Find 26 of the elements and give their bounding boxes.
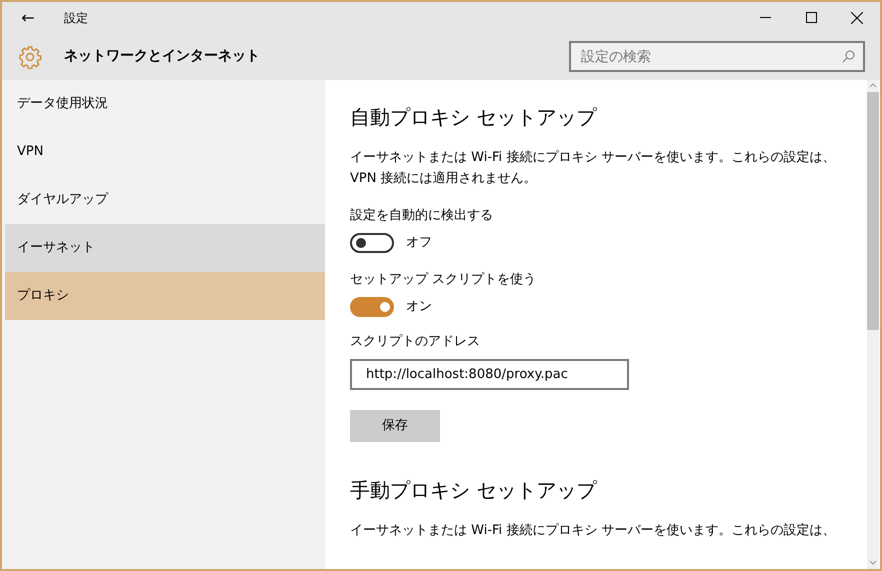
toggle-state-text: オン [406, 298, 432, 316]
sidebar-item[interactable]: イーサネット [5, 224, 325, 272]
minimize-icon [760, 16, 770, 18]
save-button[interactable]: 保存 [350, 410, 440, 442]
sidebar-item[interactable]: プロキシ [5, 272, 325, 320]
search-field[interactable]: 設定の検索 [569, 41, 865, 72]
gear-icon [18, 44, 42, 68]
window-title: 設定 [64, 10, 88, 26]
section-heading: 自動プロキシ セットアップ [350, 104, 596, 131]
back-button[interactable]: ← [2, 2, 54, 33]
scrollbar[interactable] [867, 80, 879, 569]
scrollbar-thumb[interactable] [867, 92, 879, 330]
address-field[interactable]: http://localhost:8080/proxy.pac [350, 359, 629, 390]
description-text: イーサネットまたは Wi-Fi 接続にプロキシ サーバーを使います。これらの設定は、 [350, 522, 836, 540]
toggle-switch[interactable] [350, 233, 394, 253]
toggle-state-text: オフ [406, 234, 432, 252]
toggle-switch[interactable] [350, 297, 394, 317]
search-icon [842, 50, 855, 63]
close-icon [851, 12, 863, 24]
section-heading: 手動プロキシ セットアップ [350, 477, 596, 504]
description-text: イーサネットまたは Wi-Fi 接続にプロキシ サーバーを使います。これらの設定は、 VPN 接続には適用されません。 [350, 149, 836, 188]
field-label: スクリプトのアドレス [350, 333, 481, 351]
toggle-label: セットアップ スクリプトを使う [350, 271, 536, 289]
toggle-label: 設定を自動的に検出する [350, 207, 493, 225]
page-title: ネットワークとインターネット [64, 47, 260, 66]
maximize-icon [806, 12, 816, 23]
